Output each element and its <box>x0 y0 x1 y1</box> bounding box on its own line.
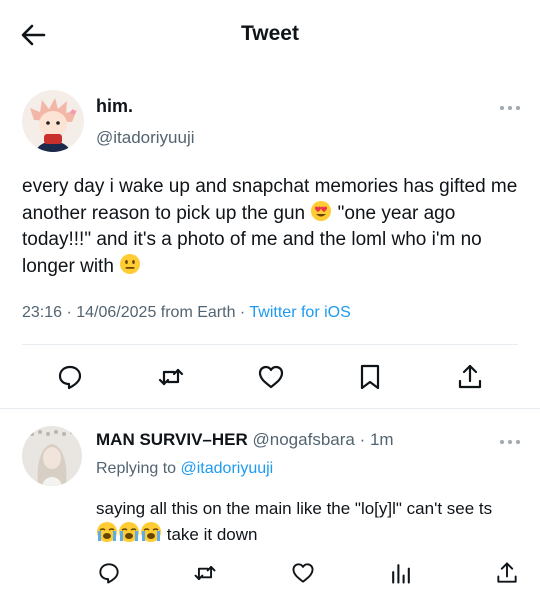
tweet-timestamp: 23:16 · 14/06/2025 from Earth <box>22 304 236 321</box>
replying-to: Replying to @itadoriyuuji <box>96 460 273 478</box>
views-icon[interactable] <box>388 560 414 586</box>
more-options-icon[interactable] <box>498 100 522 116</box>
reply-author-name[interactable]: MAN SURVIV–HER <box>96 430 248 449</box>
avatar[interactable] <box>22 90 84 152</box>
reply-time: 1m <box>369 430 394 449</box>
divider <box>0 408 540 409</box>
share-icon[interactable] <box>455 362 485 392</box>
top-bar: Tweet <box>0 0 540 70</box>
reply-icon[interactable] <box>96 560 122 586</box>
reply-author: MAN SURVIV–HER @nogafsbara · 1m <box>96 430 394 450</box>
heart-eyes-emoji-icon <box>310 200 332 222</box>
retweet-icon[interactable] <box>156 362 186 392</box>
like-icon[interactable] <box>290 560 316 586</box>
replying-to-label: Replying to <box>96 460 177 477</box>
author-handle[interactable]: @itadoriyuuji <box>96 128 195 148</box>
share-icon[interactable] <box>494 560 520 586</box>
time-separator: · <box>354 430 370 449</box>
neutral-face-emoji-icon <box>119 253 141 275</box>
retweet-icon[interactable] <box>192 560 218 586</box>
tweet-text: every day i wake up and snapchat memorie… <box>22 174 522 280</box>
replying-to-handle[interactable]: @itadoriyuuji <box>181 460 274 477</box>
tweet-source-link[interactable]: Twitter for iOS <box>249 304 350 321</box>
reply-text-part: take it down <box>166 525 258 544</box>
divider <box>22 344 518 345</box>
meta-separator: · <box>235 304 250 321</box>
more-options-icon[interactable] <box>498 434 522 450</box>
reply-icon[interactable] <box>55 362 85 392</box>
tweet-meta: 23:16 · 14/06/2025 from Earth · Twitter … <box>22 304 351 322</box>
reply-author-handle[interactable]: @nogafsbara <box>253 430 355 449</box>
reply-text-part: saying all this on the main like the "lo… <box>96 499 493 518</box>
reply-text: saying all this on the main like the "lo… <box>96 497 516 547</box>
page-title: Tweet <box>241 22 299 45</box>
like-icon[interactable] <box>256 362 286 392</box>
author-name[interactable]: him. <box>96 96 133 117</box>
bookmark-icon[interactable] <box>355 362 385 392</box>
loudly-crying-emoji-icon <box>96 521 162 543</box>
avatar[interactable] <box>22 426 82 486</box>
